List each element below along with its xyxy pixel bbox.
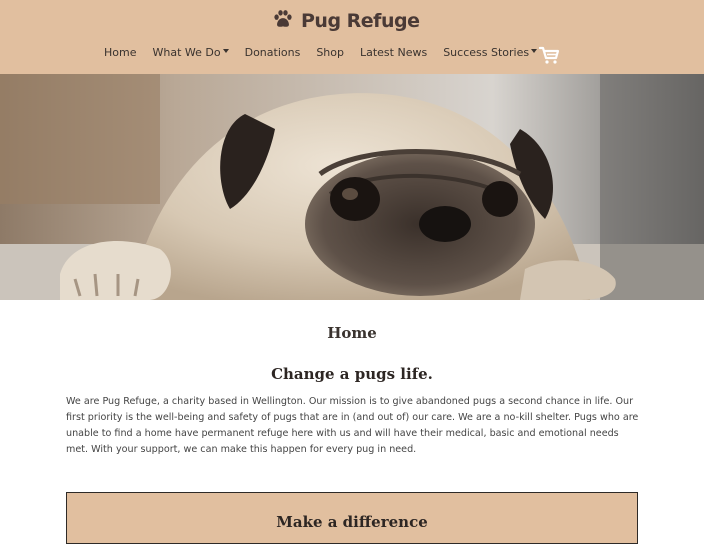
main-nav: Home What We Do Donations Shop Latest Ne… <box>104 46 553 59</box>
nav-item-shop[interactable]: Shop <box>316 46 344 59</box>
hero-image <box>0 74 704 300</box>
nav-item-label: What We Do <box>152 46 221 59</box>
nav-item-label: Latest News <box>359 46 428 59</box>
nav-item-label: Shop <box>316 46 344 59</box>
nav-item-donations[interactable]: Donations <box>245 46 301 59</box>
caret-down-icon <box>531 49 538 53</box>
nav-item-label: Success Stories <box>443 46 530 59</box>
site-header: Pug Refuge Home What We Do Donations Sho… <box>0 0 704 74</box>
nav-item-success-stories[interactable]: Success Stories <box>443 46 538 59</box>
cta-title: Make a difference <box>276 513 428 531</box>
main-content: Home Change a pugs life. We are Pug Refu… <box>0 300 704 544</box>
page-title: Home <box>327 324 377 342</box>
paw-icon <box>272 8 301 34</box>
cart-icon[interactable] <box>538 45 560 65</box>
nav-item-home[interactable]: Home <box>104 46 136 59</box>
caret-down-icon <box>222 49 229 53</box>
cta-box: Make a difference <box>66 492 638 544</box>
section-heading: Change a pugs life. <box>271 365 433 383</box>
brand-name: Pug Refuge <box>301 10 420 32</box>
nav-item-what-we-do[interactable]: What We Do <box>152 46 229 59</box>
intro-text: We are Pug Refuge, a charity based in We… <box>66 396 639 455</box>
site-logo[interactable]: Pug Refuge <box>272 7 420 35</box>
nav-item-latest-news[interactable]: Latest News <box>360 46 427 59</box>
nav-item-label: Home <box>104 46 137 59</box>
nav-item-label: Donations <box>244 46 301 59</box>
